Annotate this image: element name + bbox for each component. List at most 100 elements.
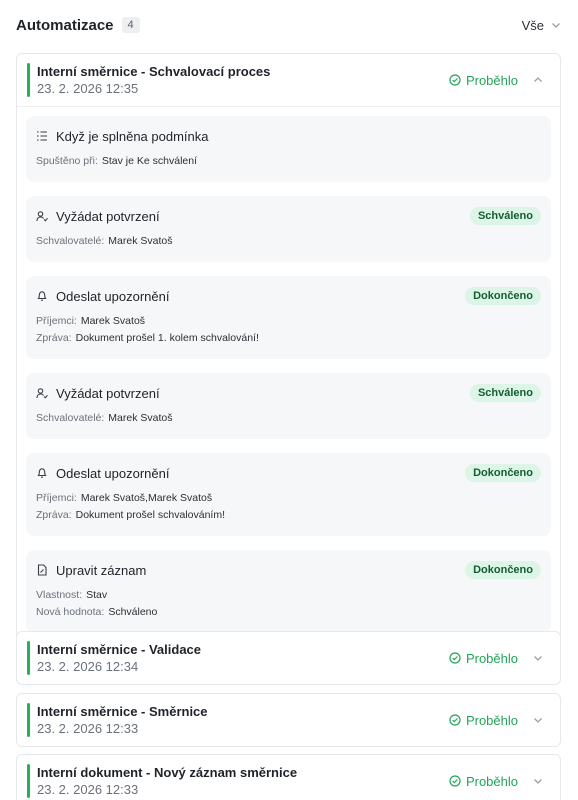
check-circle-icon — [449, 652, 461, 664]
automation-card-header[interactable]: Interní směrnice - Validace 23. 2. 2026 … — [17, 632, 560, 684]
automation-date: 23. 2. 2026 12:33 — [37, 721, 139, 736]
step-item: Vyžádat potvrzení Schváleno Schvalovatel… — [26, 196, 551, 262]
bell-icon — [37, 291, 47, 301]
steps-list: Když je splněna podmínka Spuštěno při: St… — [17, 106, 560, 642]
automation-card: Interní směrnice - Validace 23. 2. 2026 … — [16, 631, 561, 685]
check-circle-icon — [449, 775, 461, 787]
detail-key: Schvalovatelé: — [36, 412, 105, 424]
status-accent-bar — [27, 641, 30, 675]
automation-title: Interní dokument - Nový záznam směrnice — [37, 765, 298, 780]
automation-date: 23. 2. 2026 12:33 — [37, 782, 139, 797]
detail-key: Nová hodnota: — [36, 606, 105, 618]
step-name: Vyžádat potvrzení — [56, 385, 160, 401]
user-check-icon — [36, 388, 48, 399]
detail-key: Spuštěno při: — [36, 155, 98, 167]
chevron-down-icon[interactable] — [532, 775, 544, 787]
detail-value: Marek Svatoš — [108, 235, 173, 247]
status-badge: Dokončeno — [465, 561, 541, 579]
automation-card: Interní dokument - Nový záznam směrnice … — [16, 754, 561, 800]
chevron-down-icon[interactable] — [532, 652, 544, 664]
step-header: Vyžádat potvrzení Schváleno — [36, 383, 541, 403]
chevron-up-icon[interactable] — [532, 74, 544, 86]
automation-heading: Interní dokument - Nový záznam směrnice … — [27, 764, 297, 798]
detail-row: Zpráva: Dokument prošel schvalováním! — [36, 507, 541, 524]
automation-card-header[interactable]: Interní dokument - Nový záznam směrnice … — [17, 755, 560, 800]
step-title: Vyžádat potvrzení — [36, 386, 160, 401]
detail-value: Marek Svatoš — [108, 412, 173, 424]
automation-card: Interní směrnice - Směrnice 23. 2. 2026 … — [16, 693, 561, 747]
step-name: Když je splněna podmínka — [56, 128, 209, 144]
detail-key: Příjemci: — [36, 315, 77, 327]
step-title: Odeslat upozornění — [36, 466, 169, 481]
user-check-icon — [36, 211, 48, 222]
step-item: Odeslat upozornění Dokončeno Příjemci: Ma… — [26, 276, 551, 359]
step-details: Spuštěno při: Stav je Ke schválení — [36, 153, 541, 170]
status-badge: Dokončeno — [465, 464, 541, 482]
detail-row: Nová hodnota: Schváleno — [36, 604, 541, 621]
detail-value: Stav — [86, 589, 108, 601]
detail-row: Spuštěno při: Stav je Ke schválení — [36, 153, 541, 170]
step-title: Odeslat upozornění — [36, 289, 169, 304]
status-badge: Dokončeno — [465, 287, 541, 305]
detail-row: Vlastnost: Stav — [36, 587, 541, 604]
chevron-down-icon — [552, 23, 560, 28]
status-indicator: Proběhlo — [449, 713, 518, 728]
step-item: Upravit záznam Dokončeno Vlastnost: Stav … — [26, 550, 551, 633]
detail-key: Schvalovatelé: — [36, 235, 105, 247]
step-details: Příjemci: Marek Svatoš Zpráva: Dokument pr… — [36, 313, 541, 347]
step-header: Odeslat upozornění Dokončeno — [36, 463, 541, 483]
detail-value: Stav je Ke schválení — [101, 155, 198, 167]
status-label: Proběhlo — [465, 650, 518, 666]
step-details: Příjemci: Marek Svatoš,Marek Svatoš Zpráv… — [36, 490, 541, 524]
status-badge: Schváleno — [469, 207, 541, 225]
detail-row: Schvalovatelé: Marek Svatoš — [36, 410, 541, 427]
detail-row: Zpráva: Dokument prošel 1. kolem schvalov… — [36, 330, 541, 347]
step-header: Upravit záznam Dokončeno — [36, 560, 541, 580]
detail-value: Marek Svatoš,Marek Svatoš — [80, 492, 213, 504]
automation-title: Interní směrnice - Směrnice — [37, 704, 208, 719]
panel-header: Automatizace 4 Vše — [16, 12, 562, 38]
automation-date: 23. 2. 2026 12:35 — [37, 81, 139, 96]
status-badge: Schváleno — [469, 384, 541, 402]
filter-label: Vše — [521, 17, 544, 33]
status-indicator: Proběhlo — [449, 774, 518, 789]
step-name: Odeslat upozornění — [56, 465, 170, 481]
detail-key: Zpráva: — [36, 332, 72, 344]
step-name: Upravit záznam — [56, 562, 147, 578]
step-item: Když je splněna podmínka Spuštěno při: St… — [26, 116, 551, 182]
step-details: Schvalovatelé: Marek Svatoš — [36, 410, 541, 427]
automation-head-right: Proběhlo — [449, 651, 544, 666]
step-title: Vyžádat potvrzení — [36, 209, 160, 224]
detail-key: Příjemci: — [36, 492, 77, 504]
status-accent-bar — [27, 764, 30, 798]
step-item: Odeslat upozornění Dokončeno Příjemci: Ma… — [26, 453, 551, 536]
detail-key: Zpráva: — [36, 509, 72, 521]
step-item: Vyžádat potvrzení Schváleno Schvalovatel… — [26, 373, 551, 439]
check-circle-icon — [449, 714, 461, 726]
step-header: Vyžádat potvrzení Schváleno — [36, 206, 541, 226]
automation-head-right: Proběhlo — [449, 713, 544, 728]
filter-dropdown[interactable]: Vše — [522, 18, 562, 33]
detail-row: Příjemci: Marek Svatoš,Marek Svatoš — [36, 490, 541, 507]
step-header: Odeslat upozornění Dokončeno — [36, 286, 541, 306]
title-wrap: Automatizace 4 — [16, 17, 140, 34]
chevron-down-icon[interactable] — [532, 714, 544, 726]
detail-row: Schvalovatelé: Marek Svatoš — [36, 233, 541, 250]
automation-card: Interní směrnice - Schvalovací proces 23… — [16, 53, 561, 643]
step-title: Když je splněna podmínka — [36, 129, 208, 144]
status-label: Proběhlo — [465, 773, 518, 789]
status-label: Proběhlo — [465, 72, 518, 88]
status-indicator: Proběhlo — [449, 73, 518, 88]
detail-value: Dokument prošel schvalováním! — [75, 509, 226, 521]
automation-title: Interní směrnice - Schvalovací proces — [37, 64, 271, 79]
automation-card-header[interactable]: Interní směrnice - Schvalovací proces 23… — [17, 54, 560, 106]
automation-heading: Interní směrnice - Schvalovací proces 23… — [27, 63, 270, 97]
automation-heading: Interní směrnice - Validace 23. 2. 2026 … — [27, 641, 201, 675]
automation-head-right: Proběhlo — [449, 73, 544, 88]
step-name: Vyžádat potvrzení — [56, 208, 160, 224]
status-accent-bar — [27, 63, 30, 97]
condition-list-icon — [37, 131, 47, 141]
bell-icon — [37, 468, 47, 478]
automation-card-header[interactable]: Interní směrnice - Směrnice 23. 2. 2026 … — [17, 694, 560, 746]
detail-value: Dokument prošel 1. kolem schvalování! — [75, 332, 259, 344]
